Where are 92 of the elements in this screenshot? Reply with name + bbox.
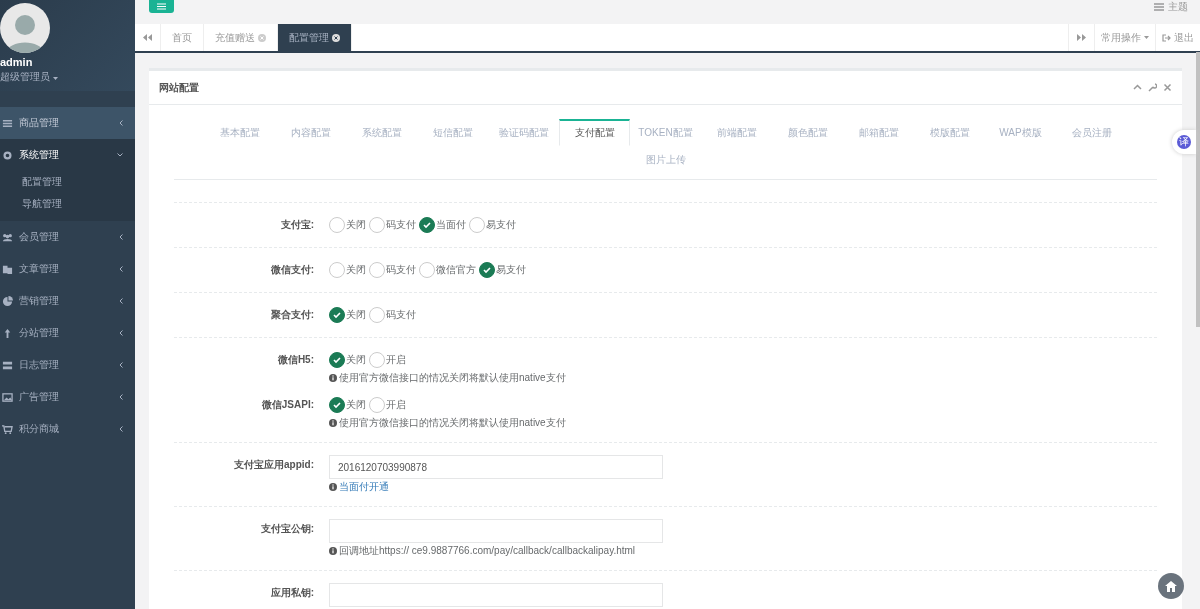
help-text: 回调地址https:// ce9.9887766.com/pay/callback/callbackalipay.html [339,544,636,558]
help-link[interactable]: 当面付开通 [339,480,389,494]
sidebar-item[interactable]: 文章管理 [0,253,135,285]
chevron-left-icon [119,234,123,240]
info-icon [329,374,337,382]
sidebar-subitem[interactable]: 导航管理 [0,193,135,215]
menu-icon [1154,3,1164,11]
check-icon [333,401,341,409]
field-label: 支付宝公钥: [259,522,314,536]
sidebar-item[interactable]: 分站管理 [0,317,135,349]
radio-option[interactable]: 码支付 [369,217,416,233]
caret-icon [52,77,58,80]
radio-option[interactable]: 易支付 [469,217,516,233]
info-icon [329,483,337,491]
radio-button[interactable] [329,397,345,413]
radio-option[interactable]: 当面付 [419,217,466,233]
menu-item-icon [2,263,13,275]
translate-button[interactable]: 译 [1172,130,1196,154]
field-label: 微信支付: [269,263,314,277]
sidebar-item[interactable]: 系统管理 [0,139,135,171]
sidebar-item[interactable]: 广告管理 [0,381,135,413]
collapse-icon[interactable] [1133,83,1142,92]
radio-option[interactable]: 码支付 [369,307,416,323]
field-label: 支付宝应用appid: [233,458,314,472]
menu-item-icon [2,149,13,161]
check-icon [483,266,491,274]
caret-icon [1144,36,1149,39]
theme-button[interactable]: 主题 [1154,0,1188,14]
double-arrow-left-icon [143,34,152,41]
radio-option[interactable]: 开启 [369,352,406,368]
radio-button[interactable] [329,352,345,368]
chevron-left-icon [119,362,123,368]
radio-option[interactable]: 码支付 [369,262,416,278]
chevron-left-icon [119,120,123,126]
check-icon [423,221,431,229]
sidebar-item[interactable]: 积分商城 [0,413,135,445]
menu-item-icon [2,423,13,435]
radio-option[interactable]: 微信官方 [419,262,476,278]
field-label: 支付宝: [279,218,314,232]
sidebar-item[interactable]: 营销管理 [0,285,135,317]
field-label: 聚合支付: [269,308,314,322]
text-input[interactable]: 2016120703990878 [329,455,663,479]
menu-item-icon [2,327,13,339]
config-tab[interactable]: 支付配置 [559,119,630,146]
sidebar-item[interactable]: 商品管理 [0,107,135,139]
panel-title: 网站配置 [159,80,199,95]
sidebar-subitem[interactable]: 配置管理 [0,171,135,193]
menu-item-icon [2,391,13,403]
user-role-menu[interactable]: 超级管理员 [0,70,135,84]
info-icon [329,419,337,427]
info-icon [329,547,337,555]
sign-out-icon [1162,33,1171,42]
chevron-left-icon [119,394,123,400]
user-name: admin [0,56,34,68]
double-arrow-right-icon [1077,34,1086,41]
field-label: 微信JSAPI: [260,398,314,412]
close-icon[interactable] [332,33,340,42]
menu-toggle-button[interactable] [149,0,174,13]
radio-option[interactable]: 关闭 [329,307,366,323]
radio-option[interactable]: 关闭 [329,397,366,413]
check-icon [333,356,341,364]
menu-item-icon [2,295,13,307]
check-icon [333,311,341,319]
help-text: 使用官方微信接口的情况关闭将默认使用native支付 [339,371,566,385]
help-text: 使用官方微信接口的情况关闭将默认使用native支付 [339,416,566,430]
radio-button[interactable] [329,307,345,323]
menu-item-icon [2,359,13,371]
menu-item-icon [2,231,13,243]
field-label: 微信H5: [276,353,314,367]
chevron-left-icon [119,426,123,432]
radio-option[interactable]: 关闭 [329,352,366,368]
home-icon [1165,580,1177,592]
avatar[interactable] [0,3,50,53]
radio-option[interactable]: 关闭 [329,262,366,278]
chevron-left-icon [119,298,123,304]
radio-button[interactable] [419,217,435,233]
scrollbar[interactable] [1196,52,1200,327]
chevron-down-icon [117,153,123,157]
text-input[interactable] [329,519,663,543]
menu-icon [157,3,166,10]
radio-button[interactable] [479,262,495,278]
radio-option[interactable]: 关闭 [329,217,366,233]
page-tab[interactable]: 配置管理 [278,24,352,51]
text-input[interactable] [329,583,663,607]
radio-option[interactable]: 开启 [369,397,406,413]
radio-option[interactable]: 易支付 [479,262,526,278]
sidebar-item[interactable]: 日志管理 [0,349,135,381]
field-label: 应用私钥: [269,586,314,600]
menu-item-icon [2,117,13,129]
chevron-left-icon [119,330,123,336]
chevron-left-icon [119,266,123,272]
sidebar-item[interactable]: 会员管理 [0,221,135,253]
